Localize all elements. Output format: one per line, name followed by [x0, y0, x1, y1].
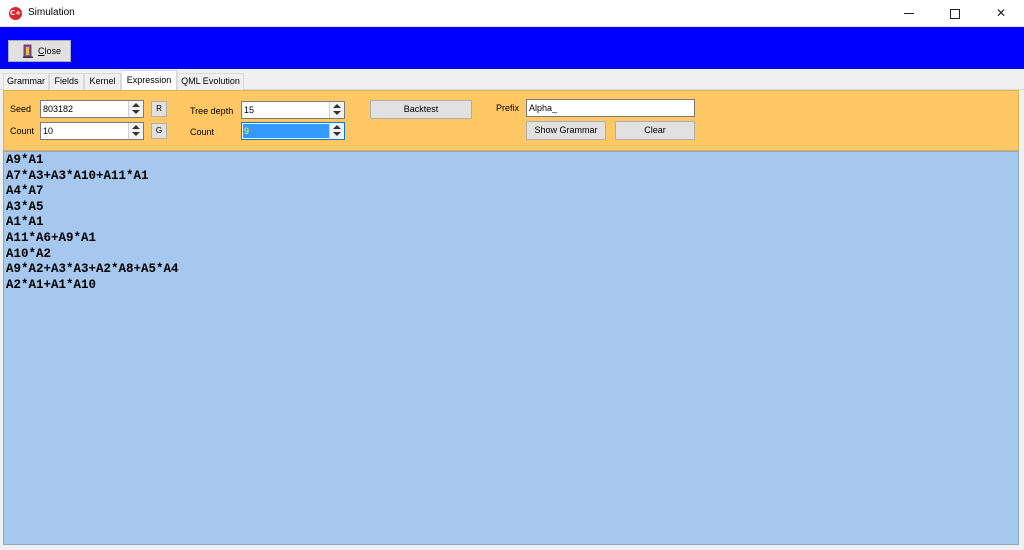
tree-depth-spinbox[interactable]: 15 [241, 101, 345, 119]
arrow-up-icon [132, 103, 140, 107]
tab-qml-evolution[interactable]: QML Evolution [177, 73, 244, 90]
expression-line: A1*A1 [6, 215, 44, 230]
tree-depth-label: Tree depth [190, 106, 234, 116]
tab-grammar[interactable]: Grammar [3, 73, 49, 90]
count-spin-arrows[interactable] [128, 123, 143, 139]
generate-button[interactable]: G [151, 123, 167, 139]
maximize-icon [950, 8, 960, 19]
arrow-down-icon [333, 132, 341, 136]
control-panel: Seed 803182 R Count 10 G Tree depth 15 C… [3, 90, 1019, 151]
prefix-input[interactable]: Alpha_ [526, 99, 695, 117]
expression-line: A9*A1 [6, 153, 44, 167]
count2-spin-arrows[interactable] [329, 123, 344, 139]
clear-button[interactable]: Clear [615, 121, 695, 140]
expression-output[interactable]: A9*A1 A7*A3+A3*A10+A11*A1 A4*A7 A3*A5 A1… [3, 151, 1019, 545]
show-grammar-button[interactable]: Show Grammar [526, 121, 606, 140]
expression-line: A11*A6+A9*A1 [6, 230, 97, 245]
app-icon: C+ [9, 7, 22, 20]
prefix-value: Alpha_ [529, 103, 558, 113]
expression-line: A7*A3+A3*A10+A11*A1 [6, 168, 149, 183]
tab-kernel[interactable]: Kernel [84, 73, 121, 90]
title-bar: C+ Simulation ✕ [0, 0, 1024, 27]
count-spinbox[interactable]: 10 [40, 122, 144, 140]
arrow-down-icon [132, 110, 140, 114]
arrow-up-icon [132, 125, 140, 129]
window-close-button[interactable]: ✕ [978, 0, 1024, 27]
seed-spinbox[interactable]: 803182 [40, 100, 144, 118]
count2-label: Count [190, 127, 215, 137]
tree-depth-value: 15 [244, 105, 255, 115]
prefix-label: Prefix [496, 103, 520, 113]
seed-value: 803182 [43, 104, 74, 114]
count-label: Count [10, 126, 35, 136]
backtest-button[interactable]: Backtest [370, 100, 472, 119]
close-button-label: Close [38, 46, 62, 56]
expression-line: A10*A2 [6, 246, 52, 261]
maximize-button[interactable] [932, 0, 978, 27]
minimize-icon [904, 13, 914, 14]
seed-spin-arrows[interactable] [128, 101, 143, 117]
close-icon: ✕ [995, 6, 1007, 20]
count2-value: 9 [243, 124, 331, 138]
close-button[interactable]: Close [8, 40, 71, 62]
count2-spinbox[interactable]: 9 [241, 122, 345, 140]
seed-label: Seed [10, 104, 32, 114]
expression-line: A3*A5 [6, 199, 44, 214]
arrow-up-icon [333, 104, 341, 108]
arrow-up-icon [333, 125, 341, 129]
expression-line: A4*A7 [6, 184, 44, 199]
tab-fields[interactable]: Fields [49, 73, 84, 90]
random-seed-button[interactable]: R [151, 101, 167, 117]
expression-line: A9*A2+A3*A3+A2*A8+A5*A4 [6, 262, 179, 277]
expression-line: A2*A1+A1*A10 [6, 277, 97, 292]
count-value: 10 [43, 126, 54, 136]
arrow-down-icon [132, 132, 140, 136]
tree-depth-spin-arrows[interactable] [329, 102, 344, 118]
tab-bar: Grammar Fields Kernel Expression QML Evo… [0, 69, 1024, 91]
toolbar: Close [0, 27, 1024, 69]
tab-expression[interactable]: Expression [121, 70, 177, 91]
arrow-down-icon [333, 111, 341, 115]
door-exit-icon [23, 44, 33, 58]
minimize-button[interactable] [886, 0, 932, 27]
window-title: Simulation [28, 7, 75, 18]
